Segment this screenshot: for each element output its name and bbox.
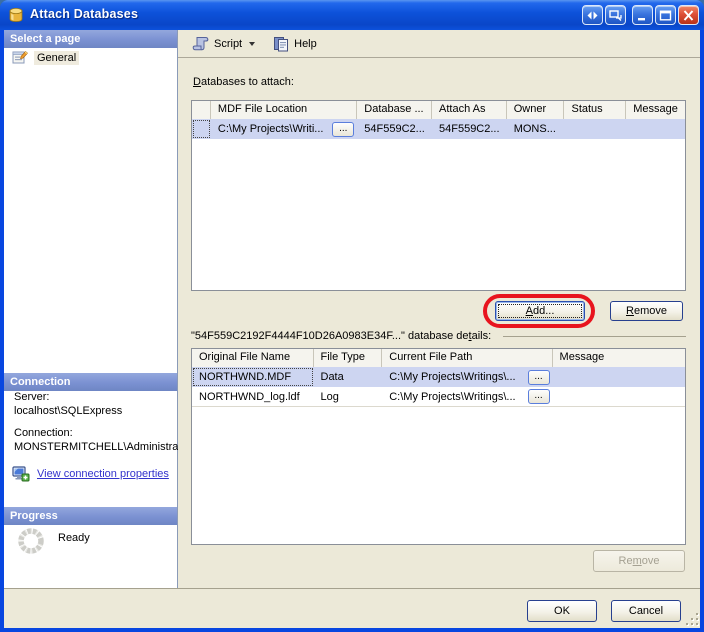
details-separator-line [503, 336, 686, 337]
row-selector-cell[interactable] [192, 119, 211, 139]
maximize-button[interactable] [655, 5, 676, 25]
column-header-owner: Owner [507, 101, 565, 119]
progress-spinner-icon [16, 526, 46, 556]
status-cell[interactable] [564, 119, 626, 139]
titlebar[interactable]: Attach Databases [0, 0, 704, 30]
connection-properties-icon [12, 466, 30, 482]
resize-grip[interactable] [684, 611, 698, 625]
server-value: localhost\SQLExpress [14, 404, 178, 418]
connection-info: Server: localhost\SQLExpress Connection:… [14, 390, 178, 454]
column-header-selector [192, 101, 211, 119]
file-path-text: C:\My Projects\Writings\... [389, 391, 515, 403]
script-button[interactable]: Script [188, 34, 269, 53]
column-header-mdf-file-location: MDF File Location [211, 101, 357, 119]
connection-label: Connection: [14, 426, 178, 440]
column-header-original-file-name: Original File Name [192, 349, 314, 367]
message-cell[interactable] [553, 387, 685, 406]
connection-header: Connection [4, 373, 177, 391]
original-file-name-cell[interactable]: NORTHWND.MDF [192, 367, 314, 387]
column-header-attach-as: Attach As [432, 101, 507, 119]
select-a-page-header: Select a page [4, 30, 177, 48]
details-grid-row-log[interactable]: NORTHWND_log.ldf Log C:\My Projects\Writ… [192, 387, 685, 407]
script-icon [192, 36, 209, 51]
databases-to-attach-grid[interactable]: MDF File Location Database ... Attach As… [191, 100, 686, 291]
progress-header: Progress [4, 507, 177, 525]
help-label: Help [294, 38, 317, 50]
database-details-label: "54F559C2192F4444F10D26A0983E34F..." dat… [191, 330, 491, 342]
database-icon [8, 7, 24, 23]
maximize-icon [659, 10, 672, 21]
view-connection-properties-link[interactable]: View connection properties [37, 468, 169, 480]
mdf-path-text: C:\My Projects\Writi... [218, 123, 324, 135]
window-title: Attach Databases [30, 7, 138, 21]
file-path-text: C:\My Projects\Writings\... [389, 371, 515, 383]
toolbar: Script Help [178, 30, 700, 58]
file-type-cell[interactable]: Data [314, 367, 383, 387]
ok-button[interactable]: OK [527, 600, 597, 622]
help-button[interactable]: Help [269, 34, 321, 54]
server-label: Server: [14, 390, 178, 404]
current-file-path-cell[interactable]: C:\My Projects\Writings\... ... [382, 387, 552, 406]
details-grid-row-data[interactable]: NORTHWND.MDF Data C:\My Projects\Writing… [192, 367, 685, 387]
file-type-cell[interactable]: Log [314, 387, 383, 406]
mdf-file-location-cell[interactable]: C:\My Projects\Writi... ... [211, 119, 357, 139]
window-controls [580, 5, 699, 25]
database-name-cell[interactable]: 54F559C2... [357, 119, 432, 139]
script-label: Script [214, 38, 242, 50]
minimize-button[interactable] [632, 5, 653, 25]
message-cell[interactable] [553, 367, 685, 387]
pane-arrows-button[interactable] [582, 5, 603, 25]
script-dropdown-arrow-icon[interactable] [249, 42, 255, 46]
message-cell[interactable] [626, 119, 685, 139]
column-header-current-file-path: Current File Path [382, 349, 552, 367]
details-grid-header: Original File Name File Type Current Fil… [192, 349, 685, 367]
sidebar: Select a page General Connection Server:… [4, 30, 178, 588]
databases-to-attach-label: Databases to attach: [193, 76, 294, 88]
current-file-path-cell[interactable]: C:\My Projects\Writings\... ... [382, 367, 552, 387]
owner-cell[interactable]: MONS... [507, 119, 565, 139]
help-icon [273, 36, 289, 52]
attach-databases-dialog: Attach Databases [0, 0, 704, 632]
general-page-icon [12, 50, 28, 65]
float-window-button[interactable] [605, 5, 626, 25]
footer: OK Cancel [4, 588, 700, 628]
column-header-database: Database ... [357, 101, 432, 119]
cancel-button[interactable]: Cancel [611, 600, 681, 622]
minimize-icon [636, 10, 649, 21]
browse-path-button[interactable]: ... [528, 389, 550, 404]
close-icon [682, 10, 695, 21]
column-header-file-type: File Type [314, 349, 383, 367]
left-right-arrows-icon [586, 10, 599, 21]
browse-path-button[interactable]: ... [528, 370, 550, 385]
column-header-status: Status [564, 101, 626, 119]
connection-value: MONSTERMITCHELL\Administra [14, 440, 178, 454]
original-file-name-cell[interactable]: NORTHWND_log.ldf [192, 387, 314, 406]
progress-status: Ready [58, 532, 90, 544]
remove-button[interactable]: Remove [610, 301, 683, 321]
sidebar-item-label: General [34, 51, 79, 65]
attach-grid-header: MDF File Location Database ... Attach As… [192, 101, 685, 119]
database-details-grid[interactable]: Original File Name File Type Current Fil… [191, 348, 686, 545]
main-panel: Script Help Databases to attach: [178, 30, 700, 588]
window-float-icon [609, 10, 622, 21]
sidebar-item-general[interactable]: General [12, 50, 79, 65]
column-header-message: Message [626, 101, 685, 119]
attach-as-cell[interactable]: 54F559C2... [432, 119, 507, 139]
browse-mdf-button[interactable]: ... [332, 122, 354, 137]
close-button[interactable] [678, 5, 699, 25]
column-header-message: Message [553, 349, 685, 367]
attach-grid-row[interactable]: C:\My Projects\Writi... ... 54F559C2... … [192, 119, 685, 139]
add-button[interactable]: Add... [495, 301, 585, 321]
remove-details-button[interactable]: Remove [593, 550, 685, 572]
